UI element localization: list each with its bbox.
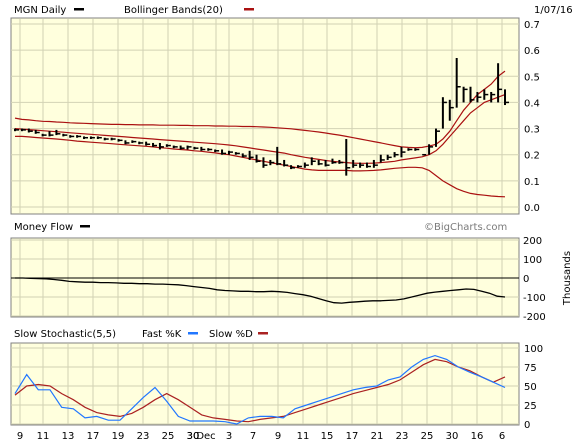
date-axis: 9 11 13 17 19 23 25 30Dec 3 7 9 11 15 17 21 23 25 30 16 630 bbox=[17, 431, 505, 442]
price-tick-label: 0.7 bbox=[524, 20, 540, 31]
date-tick-label: 30 bbox=[187, 431, 200, 442]
stochastic-tick-label: 50 bbox=[524, 382, 537, 393]
money-flow-tick-label: 200 bbox=[523, 236, 542, 247]
money-flow-legend-swatch bbox=[80, 225, 90, 228]
stock-chart-window: 0.7 0.6 0.5 0.4 0.3 0.2 0.1 0.0 MGN Daily Bolli… bbox=[0, 0, 579, 444]
price-tick-label: 0.1 bbox=[524, 177, 540, 188]
date-tick-label: 9 bbox=[275, 431, 281, 442]
money-flow-tick-label: 0 bbox=[523, 274, 529, 285]
date-tick-label: 9 bbox=[17, 431, 23, 442]
chart-date: 1/07/16 bbox=[534, 5, 573, 16]
stochastic-tick-label: 100 bbox=[524, 344, 543, 355]
price-tick-label: 0.0 bbox=[524, 203, 540, 214]
money-flow-tick-label: 100 bbox=[523, 255, 542, 266]
date-tick-label: 25 bbox=[162, 431, 175, 442]
fastk-legend-swatch bbox=[188, 332, 198, 335]
stochastic-tick-label: 25 bbox=[524, 401, 537, 412]
date-tick-label: 25 bbox=[421, 431, 434, 442]
fastk-legend-label: Fast %K bbox=[142, 329, 182, 340]
date-tick-label: 23 bbox=[396, 431, 409, 442]
price-legend-swatch bbox=[74, 8, 84, 11]
money-flow-axis: 200 100 0 -100 -200 bbox=[523, 236, 546, 323]
date-tick-label: 11 bbox=[37, 431, 50, 442]
date-tick-label: 11 bbox=[297, 431, 310, 442]
money-flow-label: Money Flow bbox=[14, 222, 73, 233]
stochastic-panel bbox=[10, 342, 520, 426]
stochastic-axis: 100 75 50 25 0 bbox=[524, 344, 543, 431]
date-tick-label: 17 bbox=[346, 431, 359, 442]
ticker-label: MGN Daily bbox=[14, 5, 66, 16]
date-tick-label: 16 bbox=[471, 431, 484, 442]
money-flow-tick-label: -100 bbox=[523, 293, 546, 304]
stochastic-label: Slow Stochastic(5,5) bbox=[14, 329, 116, 340]
date-tick-label: 21 bbox=[371, 431, 384, 442]
date-tick-label: 19 bbox=[112, 431, 125, 442]
stochastic-tick-label: 75 bbox=[524, 363, 537, 374]
price-tick-label: 0.4 bbox=[524, 98, 540, 109]
date-tick-label: 3 bbox=[226, 431, 232, 442]
date-tick-label: 23 bbox=[137, 431, 150, 442]
slowd-legend-label: Slow %D bbox=[209, 329, 253, 340]
chart-canvas: 0.7 0.6 0.5 0.4 0.3 0.2 0.1 0.0 MGN Daily Bolli… bbox=[10, 5, 573, 442]
date-tick-label: 6 bbox=[499, 431, 505, 442]
price-axis: 0.7 0.6 0.5 0.4 0.3 0.2 0.1 0.0 bbox=[524, 20, 540, 214]
money-flow-tick-label: -200 bbox=[523, 312, 546, 323]
slowd-legend-swatch bbox=[258, 332, 268, 335]
date-tick-label: 15 bbox=[321, 431, 334, 442]
price-tick-label: 0.3 bbox=[524, 125, 540, 136]
date-tick-label: 30 bbox=[446, 431, 459, 442]
date-tick-label: 7 bbox=[250, 431, 256, 442]
stochastic-tick-label: 0 bbox=[524, 420, 530, 431]
bollinger-legend-swatch bbox=[244, 8, 254, 11]
price-tick-label: 0.2 bbox=[524, 151, 540, 162]
date-tick-label: 17 bbox=[87, 431, 100, 442]
watermark: ©BigCharts.com bbox=[424, 222, 507, 233]
date-tick-label: 13 bbox=[62, 431, 75, 442]
bollinger-label: Bollinger Bands(20) bbox=[124, 5, 223, 16]
money-flow-units: Thousands bbox=[562, 251, 573, 306]
price-tick-label: 0.6 bbox=[524, 46, 540, 57]
price-tick-label: 0.5 bbox=[524, 72, 540, 83]
